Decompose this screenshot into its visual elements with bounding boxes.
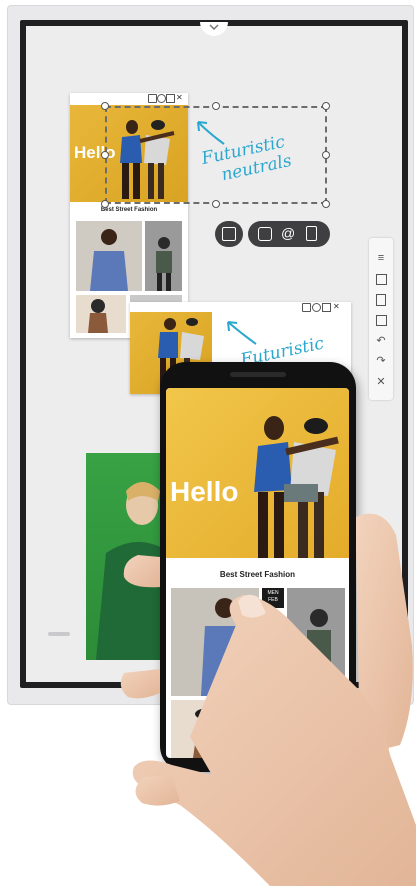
selection-handle[interactable] <box>212 200 220 208</box>
selection-handle[interactable] <box>101 102 109 110</box>
selection-handle[interactable] <box>101 151 109 159</box>
capture-icon[interactable] <box>148 94 157 103</box>
selection-handle[interactable] <box>322 102 330 110</box>
card-titlebar: ✕ <box>130 302 351 312</box>
hand-illustration <box>120 513 416 886</box>
refresh-icon[interactable] <box>157 94 166 103</box>
annotation-arrow <box>197 121 225 145</box>
capture-icon[interactable] <box>302 303 311 312</box>
select-rect-icon[interactable] <box>376 315 387 326</box>
chevron-down-icon <box>209 24 219 30</box>
page-indicator <box>48 632 70 636</box>
close-icon[interactable]: ✕ <box>176 94 183 102</box>
camera-icon[interactable] <box>258 227 272 241</box>
close-icon[interactable]: ✕ <box>375 376 387 388</box>
clipboard-icon[interactable] <box>376 294 386 306</box>
resize-control[interactable] <box>215 221 243 247</box>
gallery-photo <box>145 221 182 291</box>
card-caption: Best Street Fashion <box>100 207 158 213</box>
hero-hello-text: Hello <box>170 476 239 507</box>
annotation-arrow <box>227 321 257 345</box>
refresh-icon[interactable] <box>312 303 321 312</box>
copy-icon[interactable] <box>166 94 175 103</box>
gallery-photo <box>76 295 126 333</box>
phone-speaker <box>230 372 286 377</box>
selection-handle[interactable] <box>322 200 330 208</box>
resize-icon <box>222 227 236 241</box>
undo-icon[interactable]: ↶ <box>375 335 387 347</box>
document-icon[interactable] <box>306 226 317 241</box>
menu-icon[interactable]: ≡ <box>375 252 387 264</box>
close-icon[interactable]: ✕ <box>333 303 340 311</box>
selection-handle[interactable] <box>101 200 109 208</box>
share-controls: @ <box>248 221 330 247</box>
gallery-photo <box>76 221 142 291</box>
selection-handle[interactable] <box>322 151 330 159</box>
at-icon[interactable]: @ <box>281 225 295 241</box>
selection-handle[interactable] <box>212 102 220 110</box>
side-toolbar: ≡ ↶ ↷ ✕ <box>369 238 393 400</box>
card-titlebar: ✕ <box>70 93 188 103</box>
sticky-note-icon[interactable] <box>376 274 387 285</box>
redo-icon[interactable]: ↷ <box>375 355 387 367</box>
copy-icon[interactable] <box>322 303 331 312</box>
